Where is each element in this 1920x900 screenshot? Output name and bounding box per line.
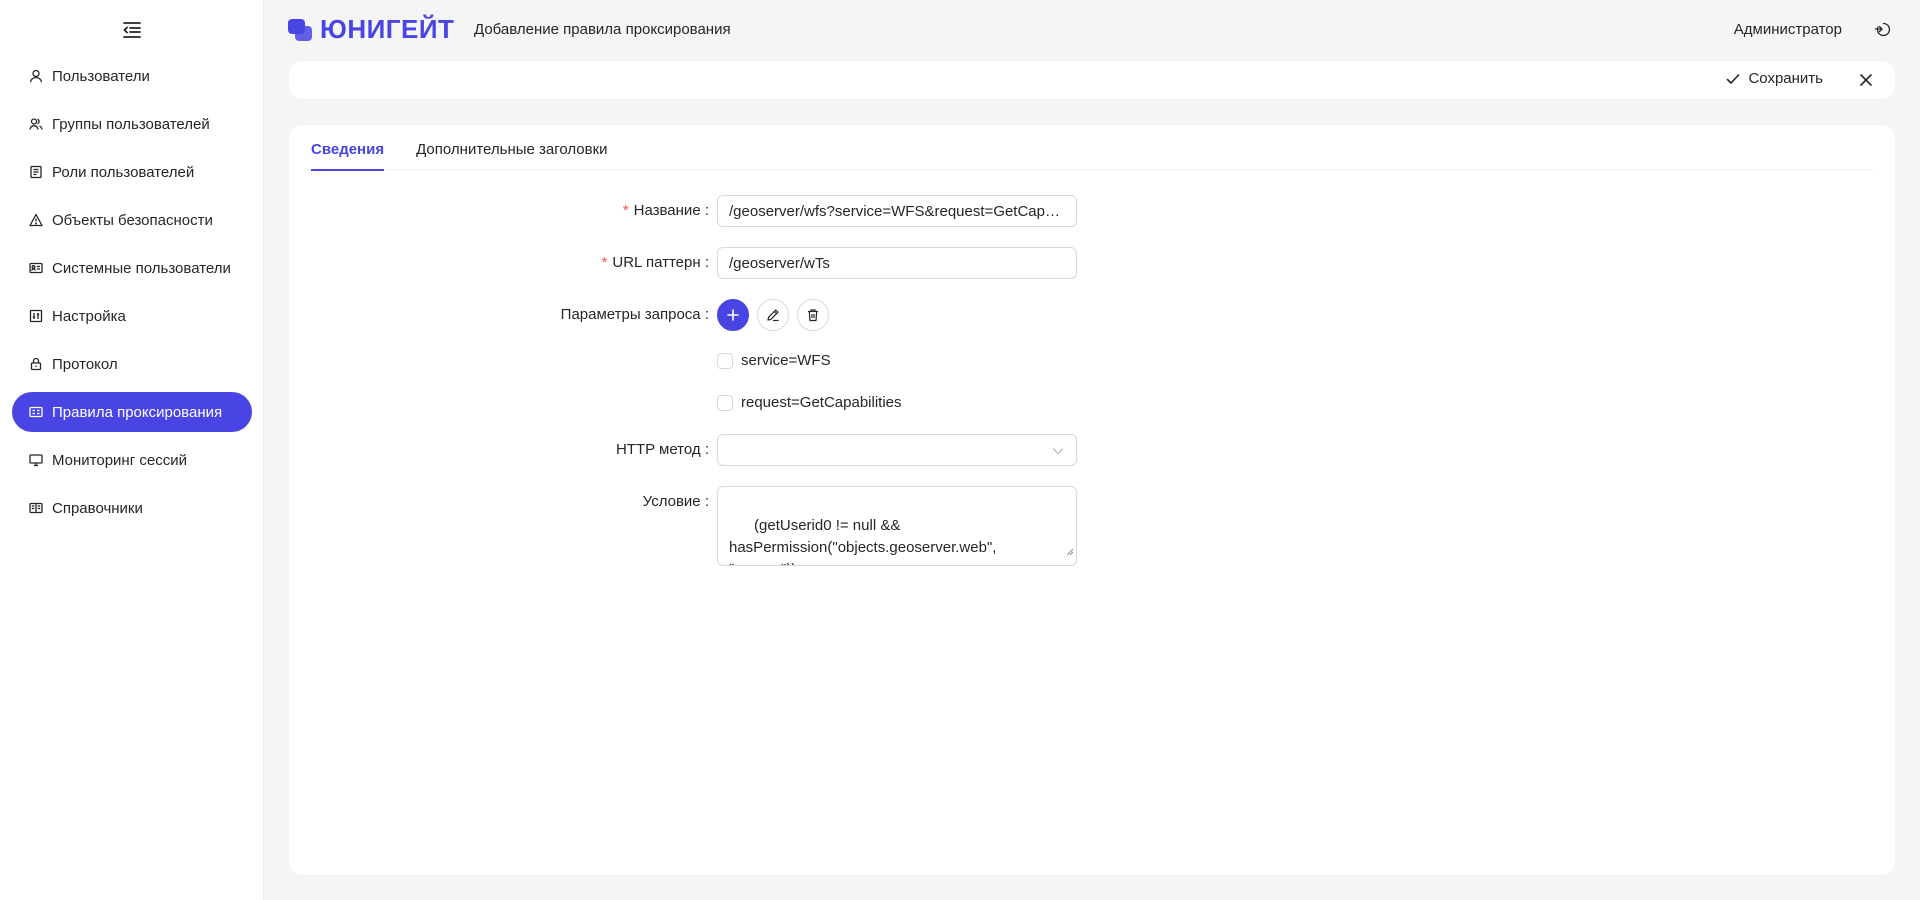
sidebar-item-label: Правила проксирования xyxy=(52,403,223,421)
http-method-select[interactable] xyxy=(717,434,1077,466)
sidebar-item-users[interactable]: Пользователи xyxy=(12,56,252,96)
roles-icon xyxy=(28,164,44,180)
url-pattern-label: * URL паттерн : xyxy=(601,254,709,271)
page-title: Добавление правила проксирования xyxy=(474,21,731,38)
sidebar-item-proxy-rules[interactable]: Правила проксирования xyxy=(12,392,252,432)
required-mark: * xyxy=(622,202,629,219)
menu-collapse-icon[interactable] xyxy=(120,18,144,42)
header: ЮНИГЕЙТ Добавление правила проксирования… xyxy=(264,0,1920,60)
checkbox[interactable] xyxy=(717,352,733,369)
logo-text: ЮНИГЕЙТ xyxy=(320,14,455,44)
required-mark: * xyxy=(601,254,608,271)
sidebar-item-label: Пользователи xyxy=(52,67,150,85)
sidebar-item-user-groups[interactable]: Группы пользователей xyxy=(12,104,252,144)
sidebar-item-user-roles[interactable]: Роли пользователей xyxy=(12,152,252,192)
monitor-icon xyxy=(28,452,44,468)
sidebar-item-label: Объекты безопасности xyxy=(52,211,213,229)
sidebar-item-label: Системные пользователи xyxy=(52,259,231,277)
resize-handle-icon[interactable] xyxy=(1066,541,1074,563)
http-method-label: HTTP метод : xyxy=(615,441,709,458)
sidebar-item-label: Мониторинг сессий xyxy=(52,451,187,469)
sidebar-item-settings[interactable]: Настройка xyxy=(12,296,252,336)
sidebar-item-directories[interactable]: Справочники xyxy=(12,488,252,528)
sidebar-item-session-monitoring[interactable]: Мониторинг сессий xyxy=(12,440,252,480)
sidebar: Пользователи Группы пользователей Роли п… xyxy=(0,0,264,900)
form-card: Сведения Дополнительные заголовки * Назва… xyxy=(289,125,1895,875)
toolbar: Сохранить xyxy=(289,61,1895,99)
user-name[interactable]: Администратор xyxy=(1734,21,1842,38)
sidebar-item-label: Группы пользователей xyxy=(52,115,210,133)
close-icon[interactable] xyxy=(1857,71,1875,89)
save-button[interactable]: Сохранить xyxy=(1726,70,1823,87)
checkbox-label: request=GetCapabilities xyxy=(741,394,902,411)
sidebar-nav: Пользователи Группы пользователей Роли п… xyxy=(12,56,252,536)
delete-param-button[interactable] xyxy=(797,299,829,331)
plus-icon xyxy=(727,309,739,321)
condition-textarea[interactable]: (getUserid0 != null && hasPermission("ob… xyxy=(717,486,1077,566)
edit-param-button[interactable] xyxy=(757,299,789,331)
lock-icon xyxy=(28,356,44,372)
condition-value: (getUserid0 != null && hasPermission("ob… xyxy=(729,517,997,565)
name-input[interactable]: /geoserver/wfs?service=WFS&request=GetCa… xyxy=(717,195,1077,227)
checkbox-label: service=WFS xyxy=(741,352,831,369)
settings-sliders-icon xyxy=(28,308,44,324)
add-param-button[interactable] xyxy=(717,299,749,331)
user-icon xyxy=(28,68,44,84)
param-checkbox-service[interactable]: service=WFS xyxy=(717,352,831,369)
tab-additional-headers[interactable]: Дополнительные заголовки xyxy=(416,125,607,170)
sidebar-item-label: Справочники xyxy=(52,499,143,517)
sidebar-item-label: Роли пользователей xyxy=(52,163,195,181)
query-params-actions xyxy=(717,299,837,331)
checkbox[interactable] xyxy=(717,394,733,411)
sidebar-item-label: Протокол xyxy=(52,355,118,373)
users-group-icon xyxy=(28,116,44,132)
tabs: Сведения Дополнительные заголовки xyxy=(311,125,1873,171)
condition-label: Условие : xyxy=(642,493,709,510)
save-button-label: Сохранить xyxy=(1748,70,1823,87)
sidebar-item-security-objects[interactable]: Объекты безопасности xyxy=(12,200,252,240)
logout-icon[interactable] xyxy=(1872,19,1892,39)
book-icon xyxy=(28,500,44,516)
id-card-icon xyxy=(28,260,44,276)
logo-icon xyxy=(288,18,312,41)
sidebar-item-system-users[interactable]: Системные пользователи xyxy=(12,248,252,288)
url-pattern-input[interactable]: /geoserver/wTs xyxy=(717,247,1077,279)
sidebar-item-protocol[interactable]: Протокол xyxy=(12,344,252,384)
tab-details[interactable]: Сведения xyxy=(311,125,385,171)
chevron-down-icon xyxy=(1052,444,1064,461)
proxy-rules-icon xyxy=(28,404,44,420)
param-checkbox-request[interactable]: request=GetCapabilities xyxy=(717,394,902,411)
logo[interactable]: ЮНИГЕЙТ xyxy=(288,14,454,45)
sidebar-item-label: Настройка xyxy=(52,307,126,325)
query-params-label: Параметры запроса : xyxy=(560,306,709,323)
trash-icon xyxy=(808,309,818,322)
warning-triangle-icon xyxy=(28,212,44,228)
pencil-icon xyxy=(767,309,779,322)
check-icon xyxy=(1726,72,1740,86)
name-label: * Название : xyxy=(622,202,709,219)
